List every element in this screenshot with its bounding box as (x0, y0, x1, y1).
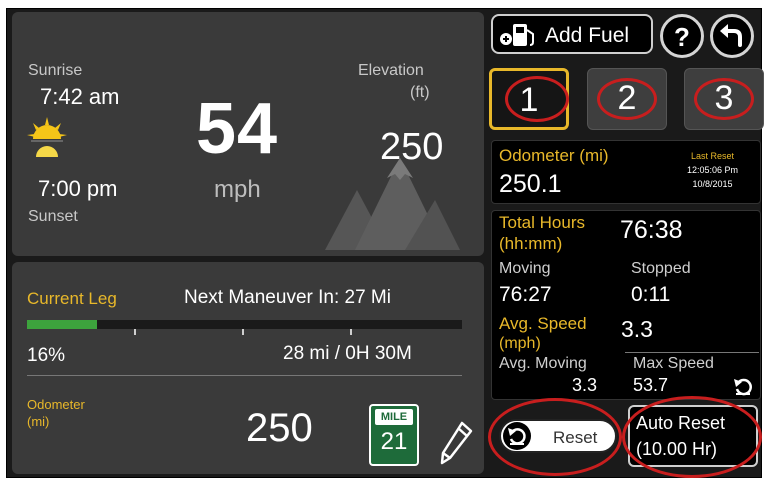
auto-reset-button[interactable]: Auto Reset (10.00 Hr) (628, 405, 758, 467)
total-hours-value: 76:38 (620, 216, 683, 244)
avg-speed-value: 3.3 (621, 316, 653, 342)
stopped-value: 0:11 (631, 283, 671, 306)
reset-label: Reset (553, 428, 598, 447)
max-speed-label: Max Speed (633, 355, 714, 372)
total-hours-label: Total Hours (499, 213, 585, 232)
stopped-label: Stopped (631, 260, 691, 277)
help-icon: ? (674, 22, 690, 52)
total-hours-unit: (hh:mm) (499, 234, 563, 253)
progress-tick (242, 329, 244, 335)
divider (625, 352, 759, 353)
auto-reset-label: Auto Reset (636, 413, 726, 433)
app-screen: Sunrise 7:42 am 7:00 pm Sunset 54 mph El… (0, 0, 770, 484)
trip-2-button[interactable]: 2 (587, 68, 667, 130)
back-button[interactable] (710, 14, 754, 58)
sunset-time: 7:00 pm (38, 176, 118, 201)
trip-3-button[interactable]: 3 (684, 68, 764, 130)
odometer-label: Odometer (27, 397, 85, 412)
avg-speed-unit: (mph) (499, 335, 541, 352)
edit-pencil-icon[interactable] (438, 420, 474, 466)
help-button[interactable]: ? (660, 14, 704, 58)
last-reset-date: 10/8/2015 (692, 179, 733, 189)
moving-label: Moving (499, 260, 551, 277)
leg-percent: 16% (27, 345, 66, 366)
avg-speed-label: Avg. Speed (499, 314, 587, 333)
divider (27, 375, 462, 376)
progress-tick (134, 329, 136, 335)
trip-odometer-value: 250.1 (499, 170, 562, 198)
last-reset-time: 12:05:06 Pm (686, 165, 739, 175)
back-arrow-icon (720, 24, 742, 47)
fuel-pump-icon (500, 24, 534, 46)
mile-marker-icon: MILE 21 (369, 404, 419, 466)
reset-icon (503, 422, 531, 450)
add-fuel-label: Add Fuel (545, 24, 630, 47)
reset-toggle[interactable]: Reset (499, 419, 617, 453)
trip-3-label: 3 (714, 79, 734, 117)
mile-sign-label: MILE (375, 409, 413, 425)
sunrise-sunset-icon (27, 117, 67, 157)
odometer-unit: (mi) (27, 414, 50, 429)
elevation-unit: (ft) (410, 84, 430, 101)
progress-tick (350, 329, 352, 335)
sunrise-label: Sunrise (28, 62, 83, 79)
avg-moving-value: 3.3 (572, 375, 598, 395)
odometer-value: 250 (246, 406, 313, 450)
sunrise-time: 7:42 am (40, 84, 120, 109)
mountain-icon (325, 158, 460, 250)
add-fuel-button[interactable]: Add Fuel (491, 14, 653, 54)
reset-max-speed-icon[interactable] (733, 376, 753, 396)
current-leg-label: Current Leg (27, 289, 117, 308)
max-speed-value: 53.7 (633, 375, 669, 395)
leg-progress-bar (27, 320, 462, 329)
sunset-label: Sunset (28, 208, 78, 225)
speed-unit: mph (214, 176, 261, 203)
trip-1-label: 1 (519, 81, 539, 119)
auto-reset-interval: (10.00 Hr) (636, 439, 718, 459)
trip-2-label: 2 (617, 79, 637, 117)
moving-value: 76:27 (499, 283, 552, 306)
leg-progress-fill (27, 320, 97, 329)
speed-value: 54 (196, 89, 279, 169)
reset-button[interactable]: Reset (491, 405, 623, 467)
next-maneuver-text: Next Maneuver In: 27 Mi (184, 287, 391, 308)
last-reset-label: Last Reset (690, 151, 735, 161)
trip-1-button[interactable]: 1 (489, 68, 569, 130)
avg-moving-label: Avg. Moving (499, 355, 587, 372)
mile-sign-number: 21 (380, 428, 408, 455)
elevation-label: Elevation (358, 62, 424, 79)
trip-odometer-label: Odometer (mi) (499, 146, 609, 165)
leg-remaining: 28 mi / 0H 30M (283, 343, 412, 364)
